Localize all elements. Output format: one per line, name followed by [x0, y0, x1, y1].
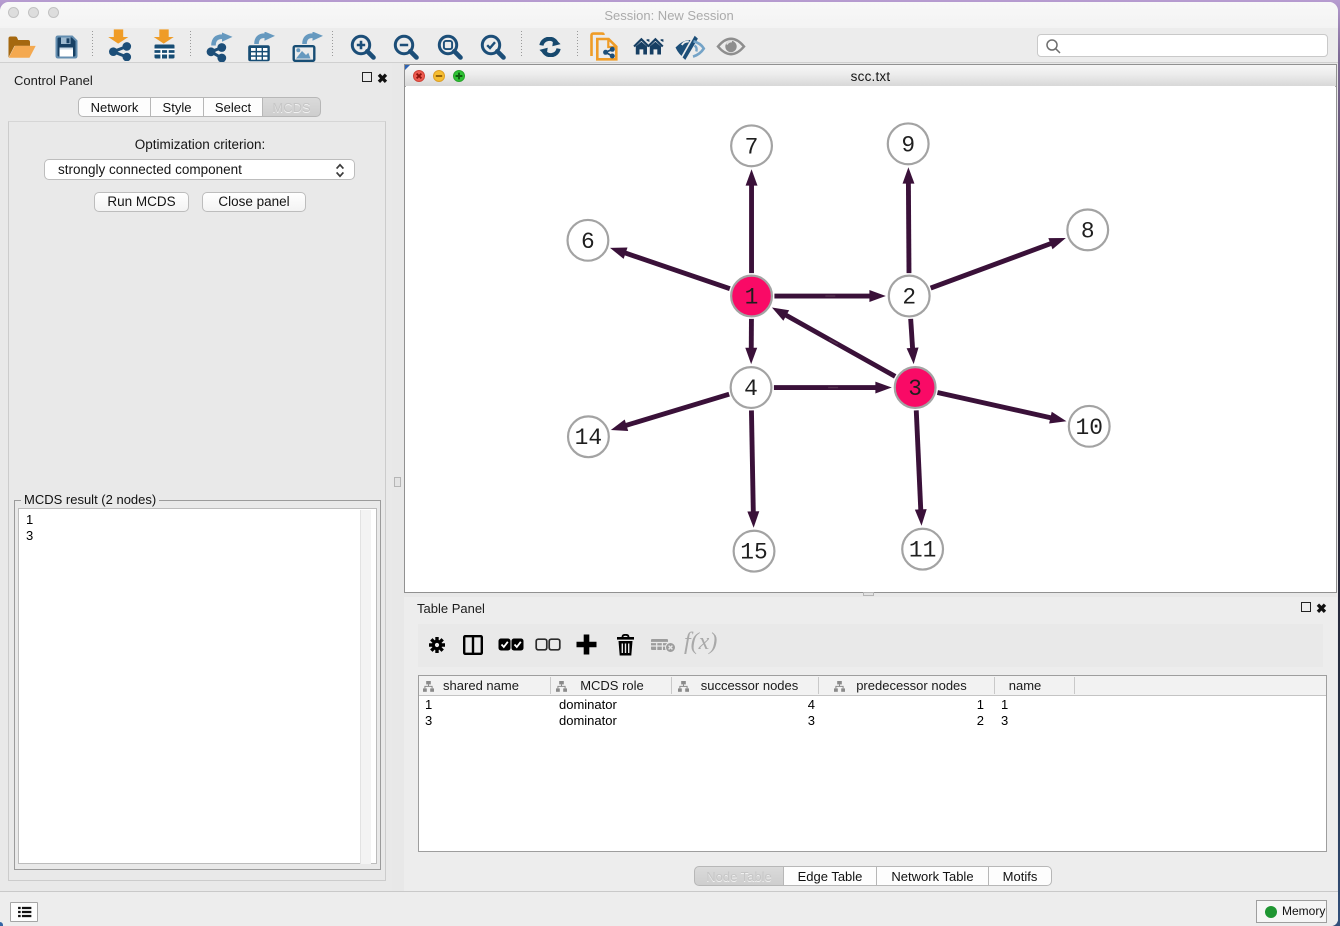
- svg-text:15: 15: [740, 540, 767, 566]
- svg-text:9: 9: [901, 132, 915, 158]
- svg-text:3: 3: [908, 376, 922, 402]
- svg-text:4: 4: [744, 376, 758, 402]
- svg-text:8: 8: [1081, 218, 1095, 244]
- svg-text:6: 6: [581, 229, 595, 255]
- svg-text:1: 1: [745, 284, 759, 310]
- svg-text:14: 14: [575, 425, 602, 451]
- svg-text:10: 10: [1076, 415, 1103, 441]
- svg-text:11: 11: [909, 538, 936, 564]
- svg-text:2: 2: [902, 284, 916, 310]
- svg-text:7: 7: [745, 134, 759, 160]
